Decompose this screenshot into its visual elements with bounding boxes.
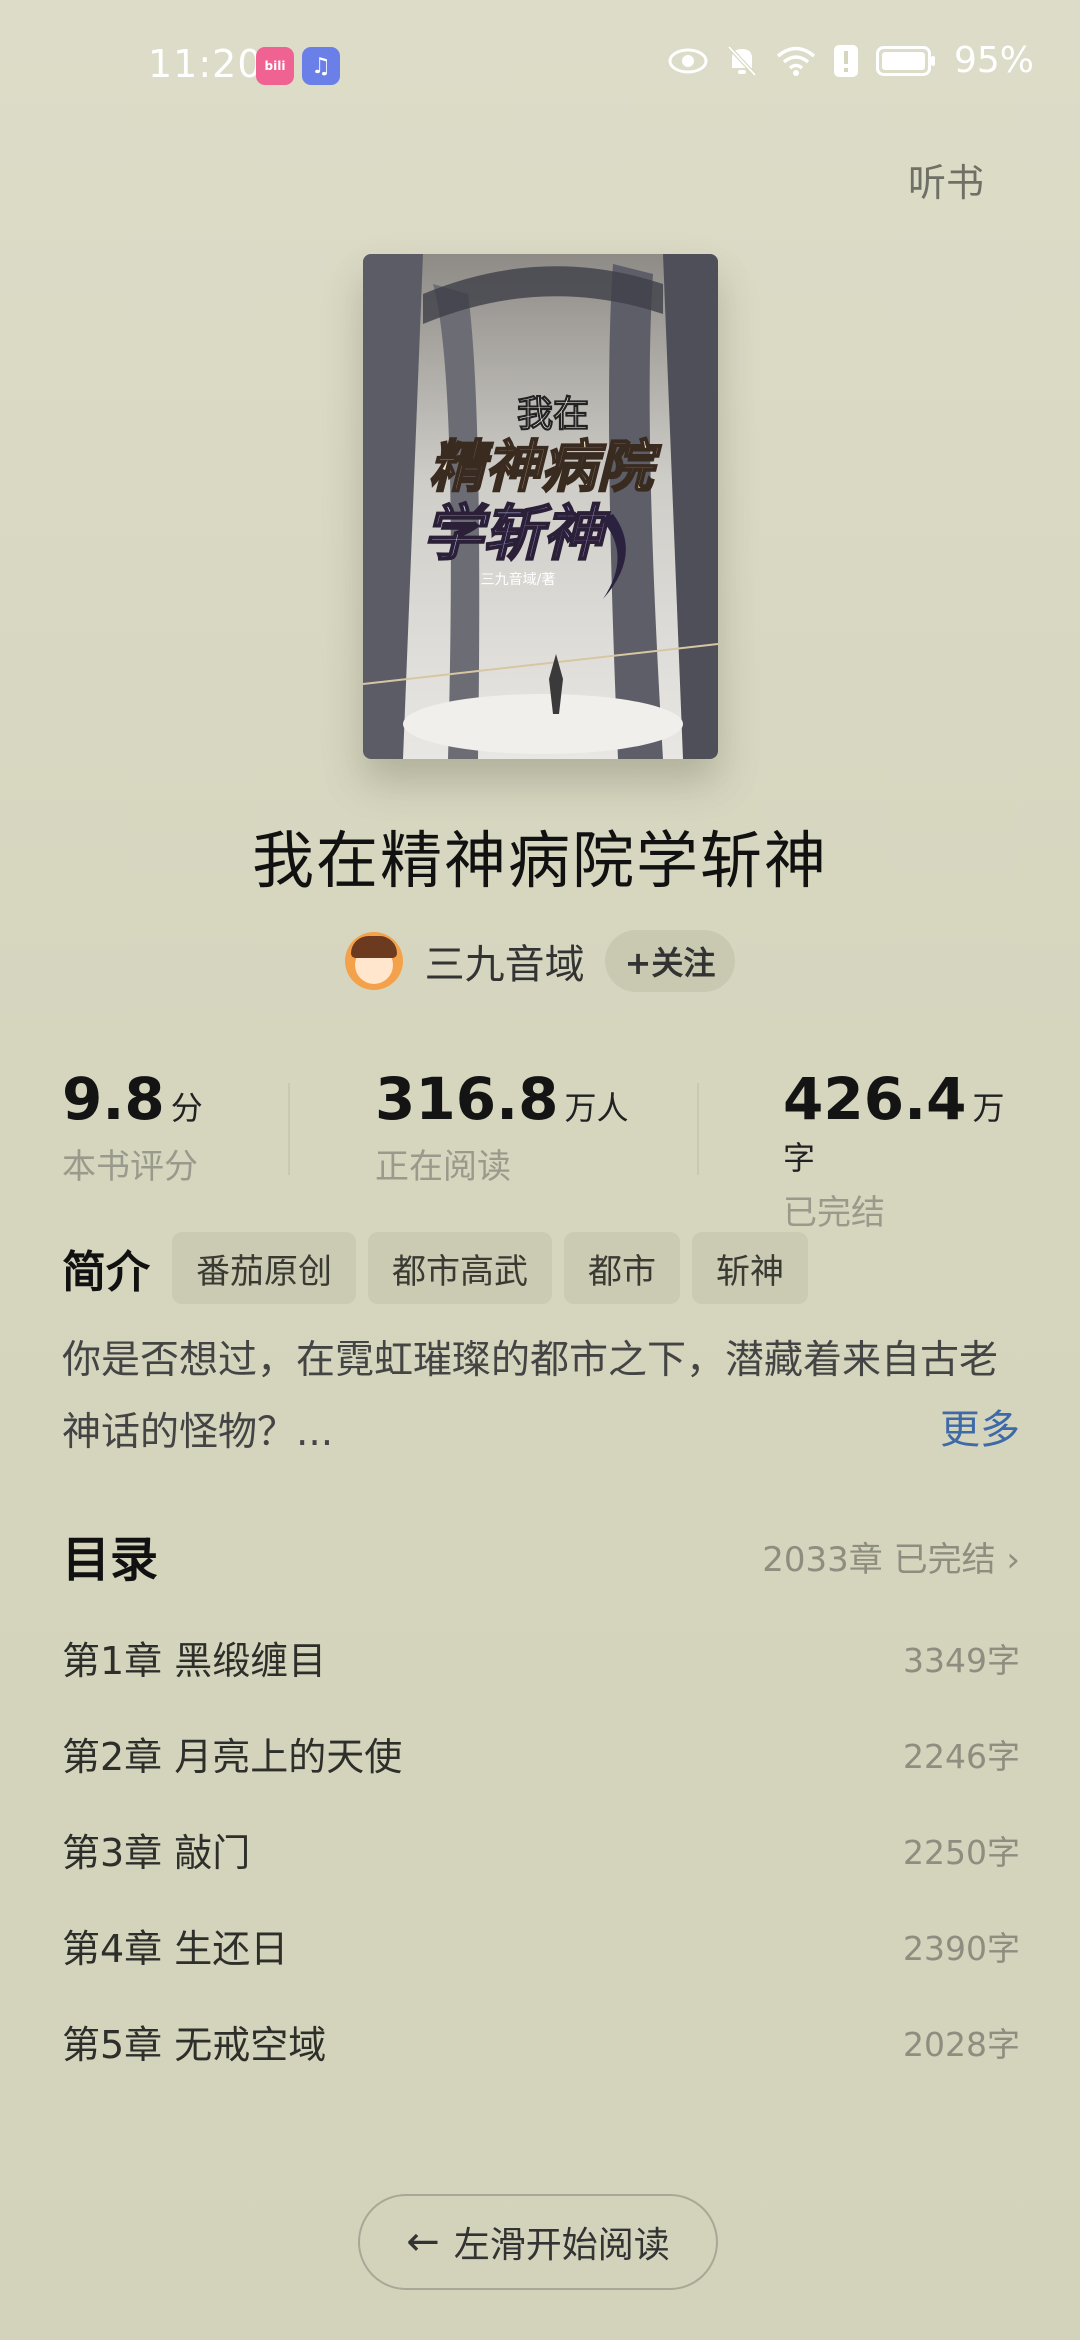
- stat-value: 316.8: [375, 1065, 559, 1133]
- status-time: 11:20: [148, 42, 263, 86]
- author-name[interactable]: 三九音域: [425, 932, 585, 990]
- stat-label: 本书评分: [62, 1147, 198, 1187]
- divider: [288, 1083, 290, 1175]
- alert-icon: [833, 44, 858, 77]
- chapter-item[interactable]: 第5章 无戒空域 2028字: [62, 2014, 1020, 2110]
- eye-icon: [668, 47, 708, 75]
- listen-button[interactable]: 听书: [908, 152, 984, 207]
- battery-icon: [875, 45, 936, 76]
- chapter-title: 第4章 生还日: [62, 1927, 289, 1971]
- more-link[interactable]: 更多: [940, 1397, 1020, 1455]
- book-title: 我在精神病院学斩神: [251, 824, 828, 897]
- start-reading-button[interactable]: ← 左滑开始阅读: [358, 2194, 718, 2290]
- svg-text:三九音域/著: 三九音域/著: [481, 571, 556, 588]
- status-bar: 11:20 bili ♫ 95%: [0, 0, 1080, 130]
- catalog-info-link[interactable]: 2033章 已完结 ›: [762, 1532, 1020, 1581]
- tag[interactable]: 斩神: [692, 1232, 808, 1304]
- tag[interactable]: 番茄原创: [172, 1232, 356, 1304]
- catalog-header: 目录 2033章 已完结 ›: [62, 1520, 1020, 1590]
- intro-text[interactable]: 你是否想过，在霓虹璀璨的都市之下，潜藏着来自古老神话的怪物？...: [62, 1325, 1022, 1469]
- chapter-title: 第1章 黑缎缠目: [62, 1639, 327, 1683]
- music-icon: ♫: [302, 47, 340, 85]
- stat-words: 426.4 万字 已完结: [783, 1065, 1020, 1234]
- svg-text:我在: 我在: [517, 394, 589, 435]
- battery-percent: 95%: [953, 40, 1034, 81]
- wifi-icon: [776, 45, 816, 77]
- catalog-title: 目录: [62, 1532, 159, 1588]
- book-cover[interactable]: 我在 精神病院 学斩神 三九音域/著: [363, 254, 718, 759]
- chapter-item[interactable]: 第2章 月亮上的天使 2246字: [62, 1726, 1020, 1822]
- author-row: 三九音域 +关注: [0, 930, 1080, 992]
- stat-label: 正在阅读: [375, 1147, 511, 1187]
- chapter-words: 2250字: [903, 1833, 1020, 1872]
- svg-text:学斩神: 学斩神: [423, 499, 610, 569]
- book-stats: 9.8 分 本书评分 316.8 万人 正在阅读 426.4 万字 已完结: [62, 1065, 1020, 1233]
- stat-value: 426.4: [783, 1065, 967, 1133]
- stat-rating: 9.8 分 本书评分: [62, 1065, 203, 1188]
- start-reading-label: 左滑开始阅读: [453, 2225, 670, 2266]
- intro-label: 简介: [62, 1247, 150, 1298]
- intro-row: 简介 番茄原创 都市高武 都市 斩神: [62, 1232, 820, 1304]
- stat-unit: 万人: [564, 1089, 629, 1127]
- divider: [697, 1083, 699, 1175]
- follow-button[interactable]: +关注: [604, 930, 736, 992]
- chapter-words: 3349字: [903, 1641, 1020, 1680]
- chapter-words: 2390字: [903, 1929, 1020, 1968]
- author-avatar[interactable]: [344, 932, 403, 990]
- chapter-title: 第5章 无戒空域: [62, 2023, 327, 2067]
- chapter-words: 2028字: [903, 2025, 1020, 2064]
- stat-readers: 316.8 万人 正在阅读: [375, 1065, 628, 1188]
- chapter-title: 第2章 月亮上的天使: [62, 1735, 403, 1779]
- stat-label: 已完结: [783, 1193, 885, 1233]
- chapter-title: 第3章 敲门: [62, 1831, 251, 1875]
- chapter-list: 第1章 黑缎缠目 3349字 第2章 月亮上的天使 2246字 第3章 敲门 2…: [62, 1630, 1020, 2110]
- status-icons: 95%: [668, 40, 1034, 81]
- chapter-words: 2246字: [903, 1737, 1020, 1776]
- tag[interactable]: 都市高武: [368, 1232, 552, 1304]
- arrow-left-icon: ←: [406, 2219, 440, 2265]
- stat-unit: 分: [170, 1089, 203, 1127]
- tag[interactable]: 都市: [564, 1232, 680, 1304]
- chapter-item[interactable]: 第3章 敲门 2250字: [62, 1822, 1020, 1918]
- bilibili-icon: bili: [256, 47, 294, 85]
- chapter-item[interactable]: 第1章 黑缎缠目 3349字: [62, 1630, 1020, 1726]
- stat-value: 9.8: [62, 1065, 165, 1133]
- mute-bell-icon: [726, 44, 758, 78]
- svg-text:精神病院: 精神病院: [429, 435, 662, 500]
- chapter-item[interactable]: 第4章 生还日 2390字: [62, 1918, 1020, 2014]
